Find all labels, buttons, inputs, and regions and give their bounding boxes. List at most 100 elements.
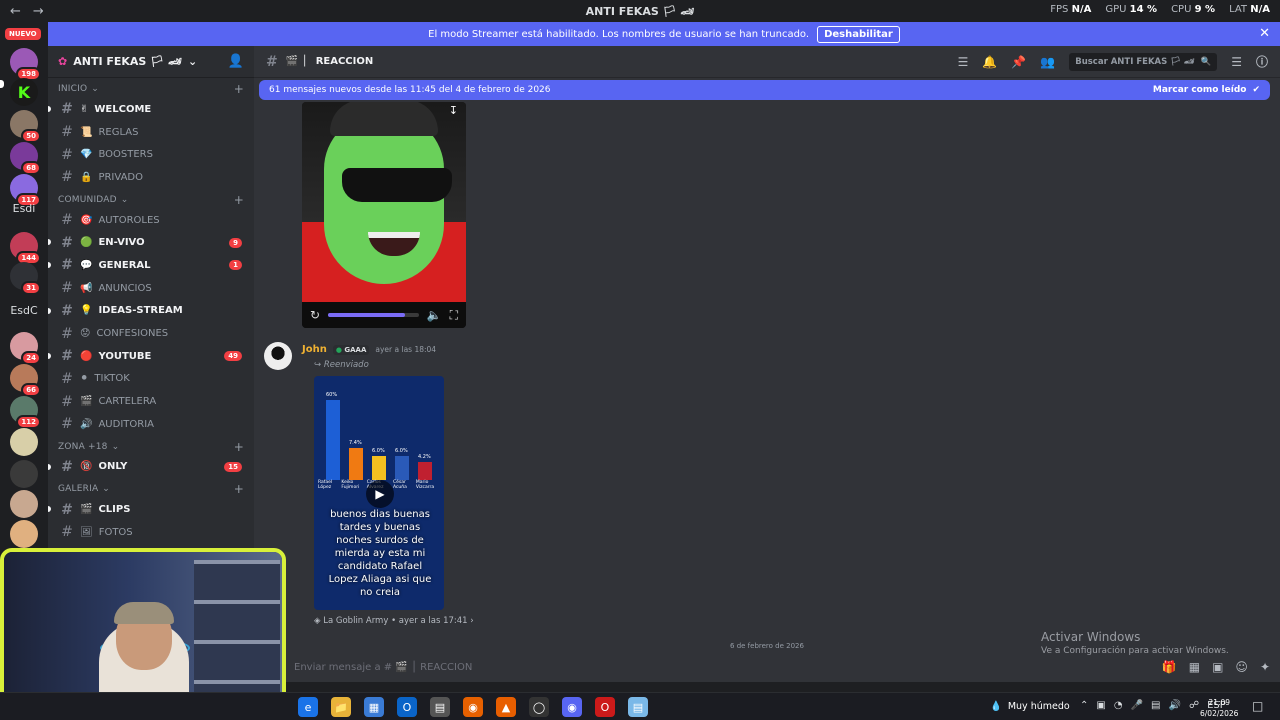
server-icon[interactable]: [10, 520, 38, 548]
new-badge[interactable]: NUEVO: [5, 28, 41, 40]
server-icon[interactable]: 68: [10, 142, 41, 175]
channel-item[interactable]: # 🎯 AUTOROLES: [48, 209, 254, 232]
help-icon[interactable]: ⓘ: [1256, 53, 1268, 70]
category-header[interactable]: INICIO ⌄ +: [48, 80, 254, 98]
edge-icon[interactable]: e: [298, 697, 318, 717]
members-icon[interactable]: 👥: [1040, 55, 1055, 69]
server-icon[interactable]: [10, 460, 38, 488]
channel-item[interactable]: # 📜 REGLAS: [48, 121, 254, 144]
category-header[interactable]: COMUNIDAD ⌄ +: [48, 191, 254, 209]
channel-item[interactable]: # 🖼 FOTOS: [48, 521, 254, 544]
channel-item[interactable]: # 🟢 EN-VIVO 9: [48, 231, 254, 254]
message-author[interactable]: John: [302, 344, 327, 355]
speaker-icon[interactable]: 🔊: [1168, 700, 1180, 711]
fullscreen-icon[interactable]: ⛶: [450, 308, 458, 323]
channel-item[interactable]: # 🔞 ONLY 15: [48, 456, 254, 479]
video-progress-bar[interactable]: [328, 313, 419, 317]
store-icon[interactable]: ▦: [364, 697, 384, 717]
server-icon[interactable]: 144: [10, 232, 41, 265]
channel-item[interactable]: # 🔊 AUDITORIA: [48, 413, 254, 436]
search-input[interactable]: Buscar ANTI FEKAS 🏳 🏎 🔍: [1069, 52, 1218, 71]
channel-item[interactable]: # 🎬 CLIPS: [48, 498, 254, 521]
server-badge: 112: [16, 415, 41, 429]
notepad-icon[interactable]: ▤: [628, 697, 648, 717]
forward-source[interactable]: ◈ La Goblin Army • ayer a las 17:41 ›: [314, 616, 474, 626]
humidity-icon: 💧: [990, 701, 1002, 712]
video-attachment[interactable]: ↧ ↻ 🔈 ⛶: [302, 102, 466, 328]
add-channel-icon[interactable]: +: [234, 440, 244, 454]
server-icon[interactable]: [10, 490, 38, 518]
discord-icon[interactable]: ◉: [562, 697, 582, 717]
channel-item[interactable]: # ⚫ TIKTOK: [48, 368, 254, 391]
obs-icon[interactable]: ◯: [529, 697, 549, 717]
server-icon[interactable]: [10, 428, 38, 456]
clock-time: 21:09: [1208, 698, 1231, 707]
volume-icon[interactable]: 🔈: [427, 308, 442, 322]
opera-icon[interactable]: O: [595, 697, 615, 717]
forwarded-video[interactable]: 60% 7.4% 6.0% 6.0% 4.2% Rafael López Keiko Fu…: [314, 376, 444, 610]
inbox-icon[interactable]: ☰: [1231, 55, 1242, 69]
add-channel-icon[interactable]: +: [234, 82, 244, 96]
message-composer[interactable]: Enviar mensaje a # 🎬 │ REACCION 🎁 ▦ ▣ ☺ …: [294, 656, 1270, 678]
download-icon[interactable]: ↧: [449, 104, 458, 117]
mic-icon[interactable]: 🎤: [1131, 700, 1143, 711]
server-icon[interactable]: 50: [10, 110, 41, 143]
channel-item[interactable]: # 💬 GENERAL 1: [48, 254, 254, 277]
emoji-icon[interactable]: ☺: [1235, 660, 1248, 674]
server-icon[interactable]: 24: [10, 332, 41, 365]
tray-app-icon[interactable]: ▣: [1096, 700, 1105, 711]
apps-icon[interactable]: ✦: [1260, 660, 1270, 674]
weather-widget[interactable]: 💧 Muy húmedo: [990, 701, 1070, 712]
chevron-up-icon[interactable]: ⌃: [1080, 700, 1088, 711]
sticker-icon[interactable]: ▣: [1212, 660, 1223, 674]
guild-tag[interactable]: ● GAAA: [332, 344, 370, 355]
server-icon[interactable]: 66: [10, 364, 41, 397]
channel-item[interactable]: # 🔒 PRIVADO: [48, 166, 254, 189]
category-header[interactable]: ZONA +18 ⌄ +: [48, 438, 254, 456]
folder-icon[interactable]: 📁: [331, 697, 351, 717]
add-channel-icon[interactable]: +: [234, 482, 244, 496]
play-icon[interactable]: ▶: [366, 480, 394, 508]
disable-streamer-button[interactable]: Deshabilitar: [817, 25, 900, 43]
new-messages-bar[interactable]: 61 mensajes nuevos desde las 11:45 del 4…: [259, 80, 1270, 100]
add-member-icon[interactable]: 👤: [228, 54, 244, 69]
channel-item[interactable]: # ✌ WELCOME: [48, 98, 254, 121]
outlook-icon[interactable]: O: [397, 697, 417, 717]
avatar[interactable]: [264, 342, 292, 370]
server-header[interactable]: ✿ ANTI FEKAS 🏳 🏎 ⌄ 👤: [48, 46, 254, 78]
server-icon[interactable]: 112: [10, 396, 41, 429]
server-badge: 68: [21, 161, 41, 175]
channel-item[interactable]: # 💎 BOOSTERS: [48, 143, 254, 166]
usb-icon[interactable]: ☍: [1189, 700, 1199, 711]
threads-icon[interactable]: ☰: [958, 55, 969, 69]
kick-server-icon[interactable]: K: [10, 78, 38, 106]
server-esdc[interactable]: EsdC: [6, 304, 42, 317]
category-header[interactable]: GALERIA ⌄ +: [48, 480, 254, 498]
clock[interactable]: 21:09 6/02/2026: [1200, 697, 1238, 719]
mark-read-button[interactable]: Marcar como leído: [1153, 85, 1247, 95]
bell-icon[interactable]: 🔔: [982, 55, 997, 69]
notification-icon[interactable]: □: [1252, 699, 1263, 713]
server-icon[interactable]: 198: [10, 48, 41, 81]
pin-icon[interactable]: 📌: [1011, 55, 1026, 69]
gift-icon[interactable]: 🎁: [1162, 660, 1177, 674]
server-esdi[interactable]: Esdi: [6, 202, 42, 215]
replay-icon[interactable]: ↻: [310, 308, 320, 322]
channel-item[interactable]: # 😟 CONFESIONES: [48, 322, 254, 345]
server-icon[interactable]: 31: [10, 262, 41, 295]
network-icon[interactable]: ▤: [1151, 700, 1160, 711]
vlc-icon[interactable]: ▲: [496, 697, 516, 717]
firefox-icon[interactable]: ◉: [463, 697, 483, 717]
wifi-icon[interactable]: ◔: [1114, 700, 1123, 711]
channel-item[interactable]: # 🔴 YOUTUBE 49: [48, 345, 254, 368]
gif-icon[interactable]: ▦: [1189, 660, 1200, 674]
poll-bar-label: 4.2%: [418, 454, 431, 461]
hash-icon: #: [61, 416, 73, 433]
close-icon[interactable]: ✕: [1259, 26, 1270, 41]
channel-item[interactable]: # 📢 ANUNCIOS: [48, 277, 254, 300]
channel-item[interactable]: # 💡 IDEAS-STREAM: [48, 300, 254, 323]
channel-item[interactable]: # 🎬 CARTELERA: [48, 390, 254, 413]
server-icon[interactable]: 117: [10, 174, 41, 207]
app-icon[interactable]: ▤: [430, 697, 450, 717]
add-channel-icon[interactable]: +: [234, 193, 244, 207]
